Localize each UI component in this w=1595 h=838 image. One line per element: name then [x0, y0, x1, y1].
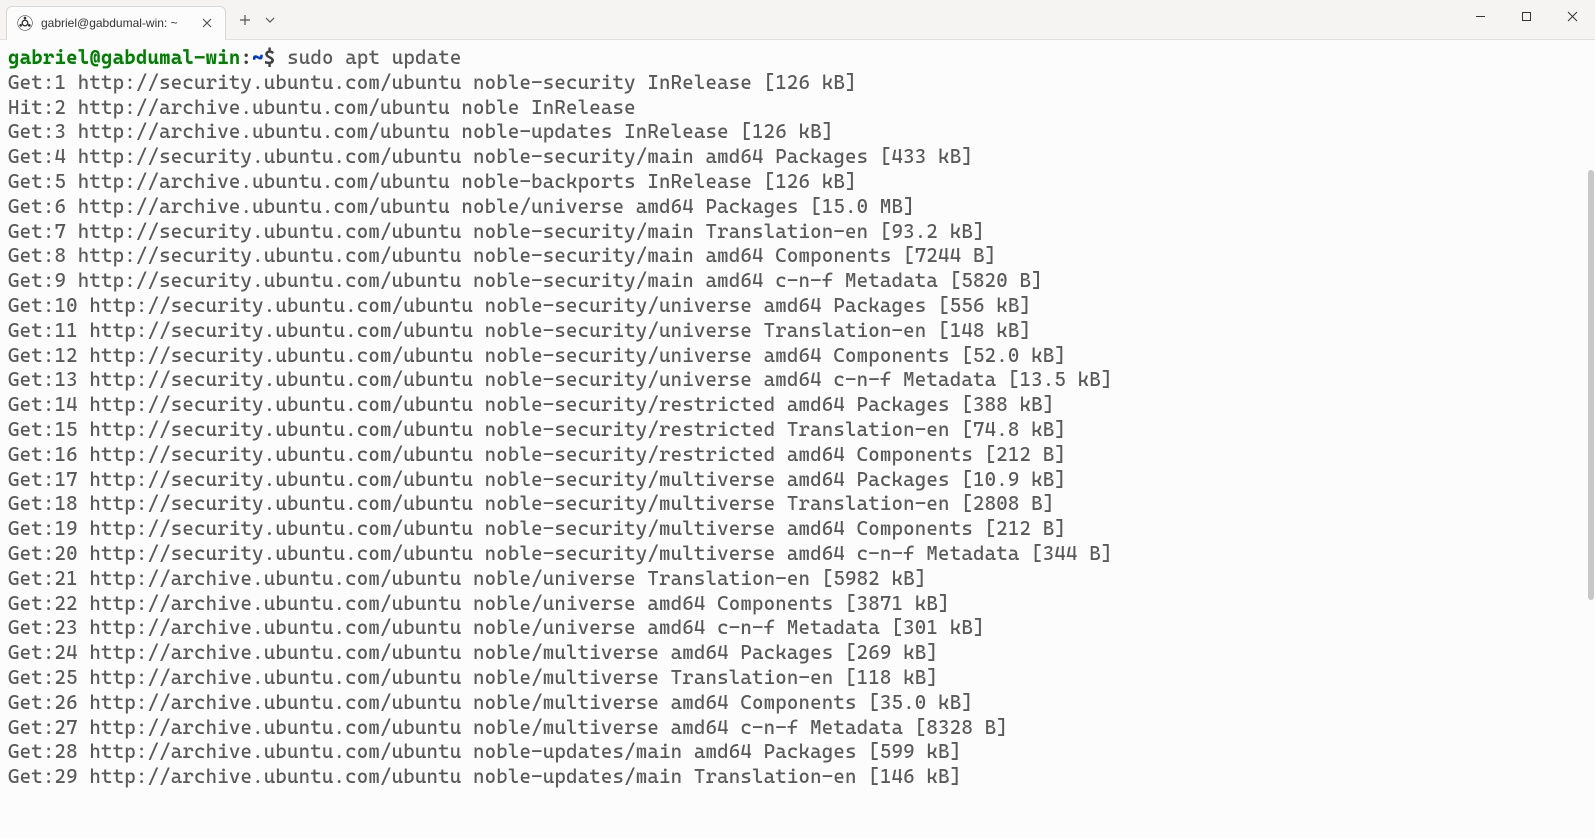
output-line: Get:10 http://security.ubuntu.com/ubuntu…	[8, 294, 1587, 319]
output-line: Get:24 http://archive.ubuntu.com/ubuntu …	[8, 641, 1587, 666]
prompt-path: ~	[252, 46, 264, 69]
output-line: Get:12 http://security.ubuntu.com/ubuntu…	[8, 344, 1587, 369]
maximize-button[interactable]	[1503, 0, 1549, 32]
output-line: Get:8 http://security.ubuntu.com/ubuntu …	[8, 244, 1587, 269]
output-line: Get:20 http://security.ubuntu.com/ubuntu…	[8, 542, 1587, 567]
window-titlebar: gabriel@gabdumal-win: ~	[0, 0, 1595, 40]
output-line: Get:11 http://security.ubuntu.com/ubuntu…	[8, 319, 1587, 344]
prompt-dollar: $	[264, 46, 276, 69]
scrollbar-track[interactable]	[1586, 60, 1594, 828]
output-line: Get:21 http://archive.ubuntu.com/ubuntu …	[8, 567, 1587, 592]
output-line: Get:18 http://security.ubuntu.com/ubuntu…	[8, 492, 1587, 517]
output-line: Get:16 http://security.ubuntu.com/ubuntu…	[8, 443, 1587, 468]
output-line: Get:1 http://security.ubuntu.com/ubuntu …	[8, 71, 1587, 96]
scrollbar-thumb[interactable]	[1588, 170, 1594, 600]
output-line: Get:15 http://security.ubuntu.com/ubuntu…	[8, 418, 1587, 443]
close-tab-button[interactable]	[199, 15, 215, 31]
output-line: Get:3 http://archive.ubuntu.com/ubuntu n…	[8, 120, 1587, 145]
output-line: Get:9 http://security.ubuntu.com/ubuntu …	[8, 269, 1587, 294]
output-line: Get:27 http://archive.ubuntu.com/ubuntu …	[8, 716, 1587, 741]
output-line: Get:26 http://archive.ubuntu.com/ubuntu …	[8, 691, 1587, 716]
output-line: Get:5 http://archive.ubuntu.com/ubuntu n…	[8, 170, 1587, 195]
minimize-button[interactable]	[1457, 0, 1503, 32]
output-line: Get:28 http://archive.ubuntu.com/ubuntu …	[8, 740, 1587, 765]
output-line: Get:4 http://security.ubuntu.com/ubuntu …	[8, 145, 1587, 170]
new-tab-button[interactable]	[230, 5, 260, 35]
ubuntu-icon	[17, 15, 33, 31]
prompt-colon: :	[241, 46, 253, 69]
output-line: Get:25 http://archive.ubuntu.com/ubuntu …	[8, 666, 1587, 691]
output-line: Get:19 http://security.ubuntu.com/ubuntu…	[8, 517, 1587, 542]
prompt-command: sudo apt update	[275, 46, 461, 69]
window-controls	[1457, 0, 1595, 40]
prompt-user-host: gabriel@gabdumal-win	[8, 46, 241, 69]
tab-title: gabriel@gabdumal-win: ~	[41, 16, 191, 30]
output-line: Get:17 http://security.ubuntu.com/ubuntu…	[8, 468, 1587, 493]
output-line: Get:6 http://archive.ubuntu.com/ubuntu n…	[8, 195, 1587, 220]
output-line: Get:14 http://security.ubuntu.com/ubuntu…	[8, 393, 1587, 418]
terminal-output[interactable]: gabriel@gabdumal-win:~$ sudo apt update …	[0, 40, 1595, 838]
output-line: Get:23 http://archive.ubuntu.com/ubuntu …	[8, 616, 1587, 641]
close-window-button[interactable]	[1549, 0, 1595, 32]
output-line: Get:7 http://security.ubuntu.com/ubuntu …	[8, 220, 1587, 245]
terminal-tab[interactable]: gabriel@gabdumal-win: ~	[6, 6, 226, 40]
output-line: Get:13 http://security.ubuntu.com/ubuntu…	[8, 368, 1587, 393]
tab-dropdown-button[interactable]	[260, 5, 280, 35]
output-line: Hit:2 http://archive.ubuntu.com/ubuntu n…	[8, 96, 1587, 121]
output-line: Get:29 http://archive.ubuntu.com/ubuntu …	[8, 765, 1587, 790]
prompt-line: gabriel@gabdumal-win:~$ sudo apt update	[8, 46, 1587, 71]
output-line: Get:22 http://archive.ubuntu.com/ubuntu …	[8, 592, 1587, 617]
